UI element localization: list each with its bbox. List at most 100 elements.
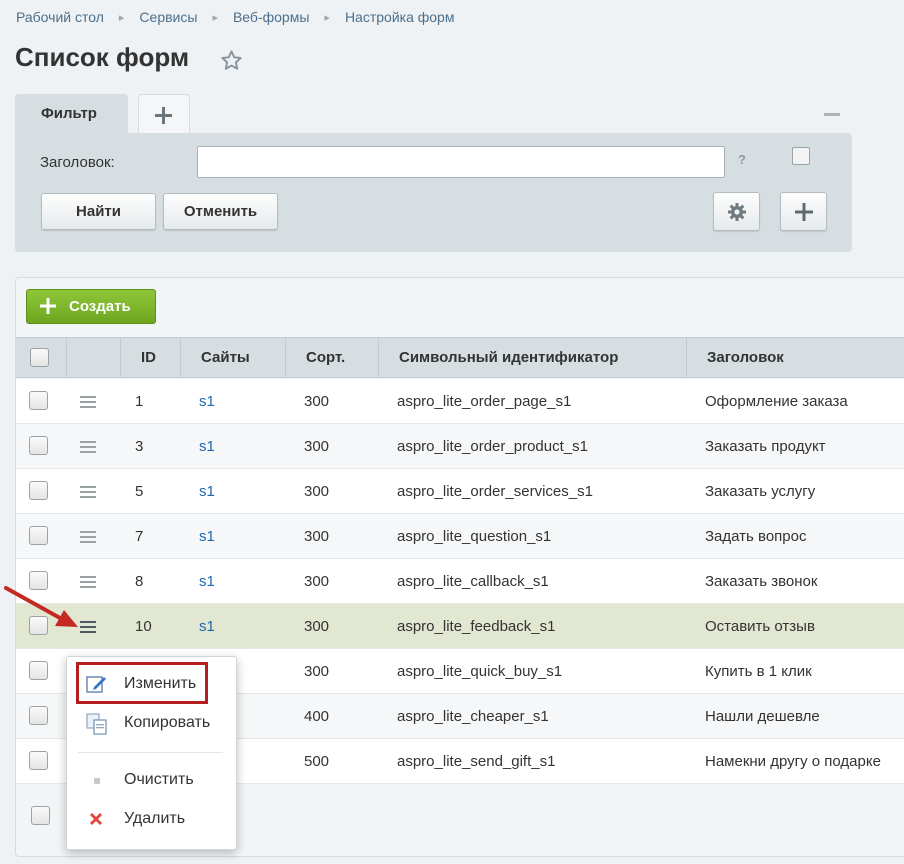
cell-code: aspro_lite_order_services_s1 <box>397 483 593 500</box>
menu-item-clear[interactable]: Очистить <box>124 771 194 789</box>
table-row[interactable]: 5 s1 300 aspro_lite_order_services_s1 За… <box>16 469 904 514</box>
cell-code: aspro_lite_question_s1 <box>397 528 552 545</box>
header-actions-cell <box>66 338 121 377</box>
cell-title: Задать вопрос <box>705 528 807 545</box>
table-header: ID Сайты Сорт. Символьный идентификатор … <box>16 337 904 378</box>
column-header-sites[interactable]: Сайты <box>180 338 285 377</box>
delete-icon <box>90 813 102 825</box>
page-title: Список форм <box>15 42 190 72</box>
row-checkbox[interactable] <box>29 391 48 410</box>
copy-icon <box>86 713 107 735</box>
table-row[interactable]: 3 s1 300 aspro_lite_order_product_s1 Зак… <box>16 424 904 469</box>
tab-filter[interactable]: Фильтр <box>15 94 128 134</box>
minimize-filter-button[interactable] <box>824 113 840 116</box>
row-checkbox[interactable] <box>29 436 48 455</box>
cell-sort: 300 <box>304 393 330 410</box>
menu-icon[interactable] <box>80 486 96 498</box>
cell-id: 1 <box>135 393 144 410</box>
row-checkbox[interactable] <box>29 706 48 725</box>
cell-sort: 300 <box>304 618 330 635</box>
cell-sort: 400 <box>304 708 330 725</box>
cancel-button[interactable]: Отменить <box>163 193 278 230</box>
cell-site-link[interactable]: s1 <box>199 559 215 604</box>
column-header-id[interactable]: ID <box>120 338 180 377</box>
cell-sort: 300 <box>304 573 330 590</box>
cell-site-link[interactable]: s1 <box>199 379 215 424</box>
cell-code: aspro_lite_cheaper_s1 <box>397 708 549 725</box>
column-header-sort[interactable]: Сорт. <box>285 338 378 377</box>
cell-code: aspro_lite_order_page_s1 <box>397 393 572 410</box>
menu-icon[interactable] <box>80 396 96 408</box>
cell-title: Нашли дешевле <box>705 708 820 725</box>
cell-id: 3 <box>135 438 144 455</box>
cell-code: aspro_lite_quick_buy_s1 <box>397 663 563 680</box>
edit-icon <box>86 676 106 693</box>
cell-sort: 300 <box>304 528 330 545</box>
footer-select-all-checkbox[interactable] <box>31 806 50 825</box>
cell-code: aspro_lite_send_gift_s1 <box>397 753 556 770</box>
cell-title: Заказать услугу <box>705 483 816 500</box>
menu-item-delete[interactable]: Удалить <box>124 810 185 828</box>
cell-title: Заказать звонок <box>705 573 818 590</box>
cell-title: Купить в 1 клик <box>705 663 812 680</box>
cell-code: aspro_lite_order_product_s1 <box>397 438 588 455</box>
menu-icon[interactable] <box>80 441 96 453</box>
menu-item-copy[interactable]: Копировать <box>124 714 210 732</box>
breadcrumb-item-webforms[interactable]: Веб-формы <box>233 9 309 25</box>
menu-icon[interactable] <box>80 531 96 543</box>
table-row[interactable]: 7 s1 300 aspro_lite_question_s1 Задать в… <box>16 514 904 559</box>
plus-icon <box>155 107 172 124</box>
clear-icon <box>94 778 100 784</box>
column-header-code[interactable]: Символьный идентификатор <box>378 338 686 377</box>
gear-icon <box>728 203 746 221</box>
row-checkbox[interactable] <box>29 661 48 680</box>
breadcrumb-item-form-settings[interactable]: Настройка форм <box>345 9 455 25</box>
plus-icon <box>40 298 56 314</box>
cell-title: Оформление заказа <box>705 393 848 410</box>
plus-icon <box>795 203 813 221</box>
add-filter-tab[interactable] <box>138 94 190 134</box>
row-checkbox[interactable] <box>29 751 48 770</box>
cell-title: Оставить отзыв <box>705 618 815 635</box>
cell-sort: 300 <box>304 663 330 680</box>
breadcrumb-separator-icon: ▸ <box>118 11 125 24</box>
breadcrumb-separator-icon: ▸ <box>324 11 330 24</box>
table-row-selected[interactable]: 10 s1 300 aspro_lite_feedback_s1 Оставит… <box>16 604 904 649</box>
filter-field-checkbox[interactable] <box>792 147 810 165</box>
filter-title-label: Заголовок: <box>40 154 115 171</box>
add-filter-field-button[interactable] <box>780 192 827 231</box>
header-checkbox-cell <box>16 338 66 377</box>
cell-sort: 500 <box>304 753 330 770</box>
cell-site-link[interactable]: s1 <box>199 604 215 649</box>
cell-title: Намекни другу о подарке <box>705 753 881 770</box>
cell-code: aspro_lite_feedback_s1 <box>397 618 556 635</box>
row-checkbox[interactable] <box>29 481 48 500</box>
cell-id: 10 <box>135 618 152 635</box>
help-icon[interactable]: ? <box>738 152 746 167</box>
find-button[interactable]: Найти <box>41 193 156 230</box>
cell-site-link[interactable]: s1 <box>199 424 215 469</box>
cell-title: Заказать продукт <box>705 438 826 455</box>
menu-item-edit[interactable]: Изменить <box>124 675 196 693</box>
breadcrumb-item-services[interactable]: Сервисы <box>139 9 197 25</box>
star-icon[interactable] <box>220 49 243 72</box>
cell-site-link[interactable]: s1 <box>199 469 215 514</box>
breadcrumb: Рабочий стол ▸ Сервисы ▸ Веб-формы ▸ Нас… <box>16 8 454 26</box>
breadcrumb-separator-icon: ▸ <box>212 11 218 24</box>
cell-sort: 300 <box>304 483 330 500</box>
menu-separator <box>78 752 223 753</box>
column-header-title[interactable]: Заголовок <box>686 338 904 377</box>
filter-title-input[interactable] <box>197 146 725 178</box>
filter-settings-button[interactable] <box>713 192 760 231</box>
table-row[interactable]: 8 s1 300 aspro_lite_callback_s1 Заказать… <box>16 559 904 604</box>
row-checkbox[interactable] <box>29 526 48 545</box>
cell-site-link[interactable]: s1 <box>199 514 215 559</box>
cell-id: 8 <box>135 573 144 590</box>
cell-id: 5 <box>135 483 144 500</box>
select-all-checkbox[interactable] <box>30 348 49 367</box>
arrow-annotation <box>4 586 78 627</box>
table-row[interactable]: 1 s1 300 aspro_lite_order_page_s1 Оформл… <box>16 379 904 424</box>
cell-code: aspro_lite_callback_s1 <box>397 573 549 590</box>
breadcrumb-item-desktop[interactable]: Рабочий стол <box>16 9 104 25</box>
cell-id: 7 <box>135 528 144 545</box>
